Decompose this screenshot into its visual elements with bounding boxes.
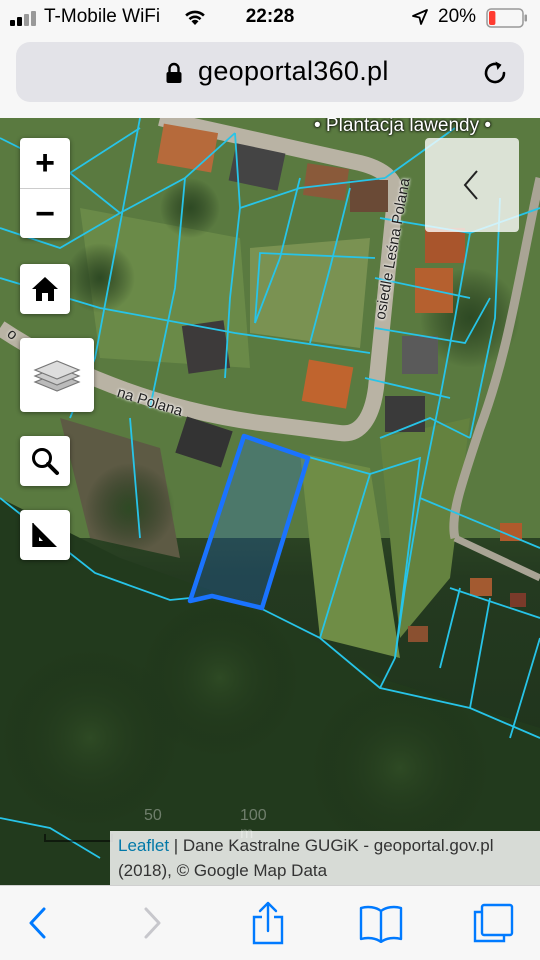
layers-icon — [33, 360, 81, 392]
zoom-in-button[interactable]: + — [20, 138, 70, 188]
map-view[interactable]: • Plantacja lawendy • osiedle Leśna Pola… — [0, 118, 540, 885]
battery-percent: 20% — [438, 6, 477, 27]
bookmarks-button[interactable] — [356, 900, 406, 946]
battery-icon — [486, 8, 527, 28]
attribution-text-2: (2018), © Google Map Data — [118, 861, 328, 880]
attribution-text-1: | Dane Kastralne GUGiK - geoportal.gov.p… — [169, 836, 494, 855]
measure-button[interactable] — [20, 510, 70, 560]
home-button[interactable] — [20, 264, 70, 314]
scale-label-left: 50 — [144, 807, 162, 824]
panel-toggle-button[interactable] — [425, 138, 519, 232]
lock-icon — [166, 62, 182, 83]
browser-address-area: geoportal360.pl — [0, 36, 540, 118]
share-icon — [252, 901, 284, 945]
url-text: geoportal360.pl — [198, 56, 389, 86]
tabs-button[interactable] — [468, 900, 518, 946]
layers-button[interactable] — [20, 338, 94, 412]
map-attribution: Leaflet | Dane Kastralne GUGiK - geoport… — [110, 831, 540, 885]
scale-bar — [44, 834, 113, 842]
share-button[interactable] — [243, 900, 293, 946]
address-bar[interactable]: geoportal360.pl — [16, 42, 524, 102]
leaflet-link[interactable]: Leaflet — [118, 836, 169, 855]
search-icon — [32, 448, 59, 475]
zoom-out-button[interactable]: − — [20, 188, 70, 238]
place-label-plantacja: • Plantacja lawendy • — [314, 118, 492, 136]
ruler-icon — [32, 523, 57, 547]
search-button[interactable] — [20, 436, 70, 486]
back-button[interactable] — [12, 900, 62, 946]
tabs-icon — [473, 903, 514, 943]
status-bar: T-Mobile WiFi 22:28 20% — [0, 0, 540, 36]
forward-button[interactable] — [128, 900, 178, 946]
browser-toolbar — [0, 885, 540, 960]
book-icon — [359, 905, 403, 943]
reload-icon[interactable] — [480, 58, 510, 88]
chevron-right-icon — [144, 907, 161, 939]
location-arrow-icon — [412, 9, 428, 25]
chevron-left-icon — [463, 170, 478, 200]
home-icon — [32, 277, 58, 301]
satellite-imagery — [0, 118, 540, 885]
chevron-left-icon — [29, 907, 46, 939]
zoom-control: + − — [20, 138, 70, 238]
